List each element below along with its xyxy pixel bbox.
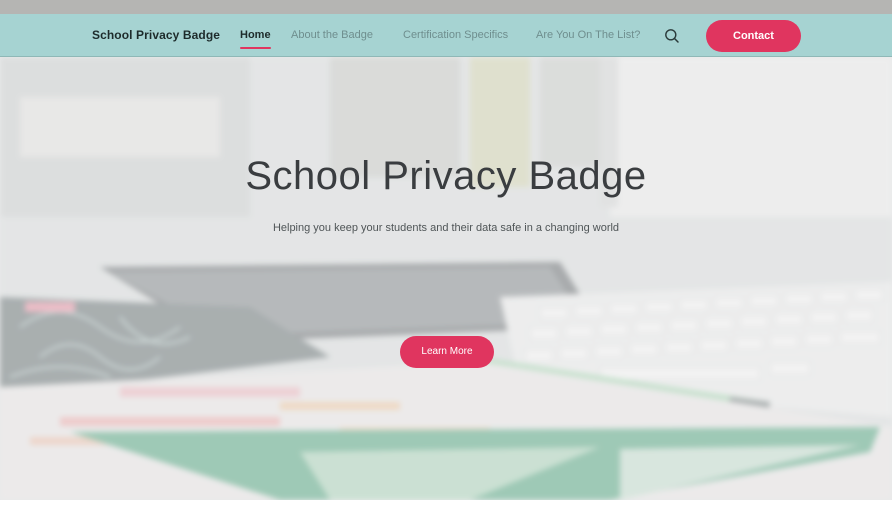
nav-item-home[interactable]: Home <box>240 29 271 49</box>
hero-subtitle: Helping you keep your students and their… <box>272 222 620 234</box>
site-brand[interactable]: School Privacy Badge <box>92 28 220 42</box>
bottom-strip <box>0 500 892 508</box>
search-icon[interactable] <box>664 28 680 44</box>
hero-overlay <box>0 57 892 500</box>
nav-item-about-the-badge[interactable]: About the Badge <box>291 29 373 41</box>
nav-item-are-you-on-the-list[interactable]: Are You On The List? <box>536 29 640 41</box>
hero-title: School Privacy Badge <box>245 154 647 198</box>
hero-section: School Privacy Badge Helping you keep yo… <box>0 57 892 500</box>
top-strip <box>0 0 892 14</box>
contact-button[interactable]: Contact <box>706 20 801 52</box>
learn-more-button[interactable]: Learn More <box>400 336 494 368</box>
page: School Privacy Badge Home About the Badg… <box>0 0 892 508</box>
navbar: School Privacy Badge Home About the Badg… <box>0 14 892 57</box>
nav-item-certification-specifics[interactable]: Certification Specifics <box>403 29 508 41</box>
